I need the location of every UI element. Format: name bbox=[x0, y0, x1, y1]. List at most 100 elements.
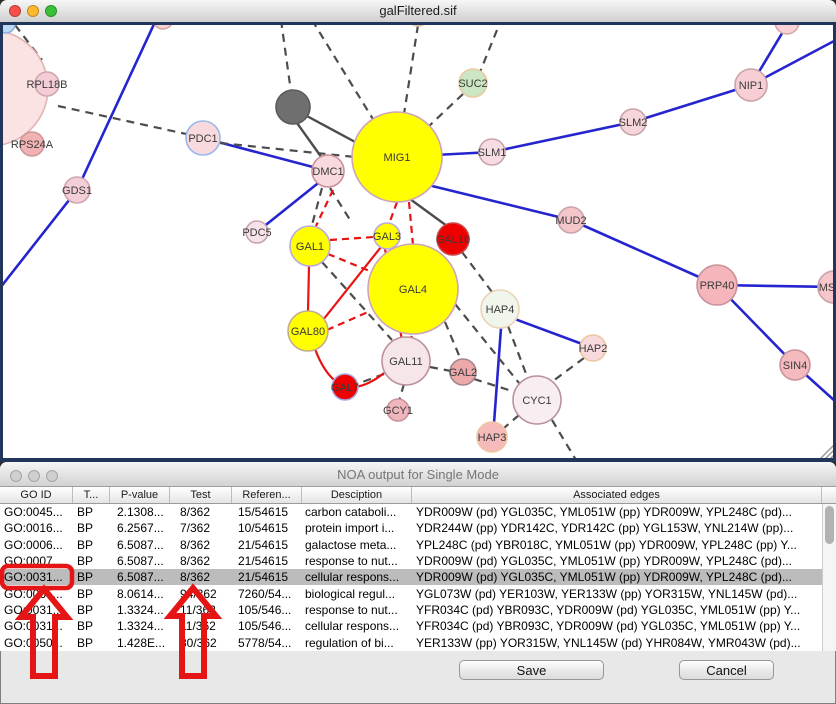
network-node-label: SUC2 bbox=[458, 78, 487, 90]
column-header-associated-edges[interactable]: Associated edges bbox=[412, 487, 822, 503]
cell-reference: 21/54615 bbox=[232, 570, 302, 584]
network-edge bbox=[305, 115, 357, 143]
network-edge bbox=[410, 199, 447, 226]
cell-reference: 15/54615 bbox=[232, 505, 302, 519]
cell-type: BP bbox=[73, 505, 110, 519]
network-edge bbox=[328, 254, 372, 272]
network-node[interactable] bbox=[775, 22, 799, 34]
cell-edges: YFR034C (pd) YBR093C, YDR009W (pd) YGL03… bbox=[412, 603, 822, 617]
network-edge bbox=[0, 190, 77, 288]
network-node-label: MUD2 bbox=[555, 215, 586, 227]
cell-test: 8/362 bbox=[170, 538, 232, 552]
column-header-t[interactable]: T... bbox=[73, 487, 110, 503]
column-header-go-id[interactable]: GO ID bbox=[0, 487, 73, 503]
scrollbar-thumb[interactable] bbox=[825, 506, 834, 544]
network-edge bbox=[428, 185, 571, 220]
network-edge bbox=[330, 237, 374, 240]
network-node-label: SIN4 bbox=[783, 360, 807, 372]
network-node[interactable] bbox=[0, 22, 15, 33]
network-node-label: GAL7 bbox=[331, 382, 359, 394]
network-node-label: HAP4 bbox=[486, 304, 515, 316]
network-node-label: MSN1 bbox=[819, 282, 836, 294]
network-node-label: GAL2 bbox=[449, 367, 477, 379]
cell-type: BP bbox=[73, 587, 110, 601]
table-row[interactable]: GO:0050...BP1.428E...80/3625778/54...reg… bbox=[0, 634, 836, 650]
table-row[interactable]: GO:0031...BP1.3324...11/362105/546...res… bbox=[0, 602, 836, 618]
network-node-label: PDC5 bbox=[242, 227, 271, 239]
cell-p-value: 6.5087... bbox=[110, 570, 170, 584]
cell-reference: 5778/54... bbox=[232, 636, 302, 650]
cell-p-value: 1.3324... bbox=[110, 603, 170, 617]
cell-reference: 21/54615 bbox=[232, 554, 302, 568]
cell-reference: 105/546... bbox=[232, 619, 302, 633]
network-node-label: GAL11 bbox=[389, 356, 422, 368]
network-edge bbox=[462, 252, 492, 292]
column-header-desciption[interactable]: Desciption bbox=[302, 487, 412, 503]
table-row[interactable]: GO:0016...BP6.2567...7/36210/54615protei… bbox=[0, 520, 836, 536]
network-window-title: galFiltered.sif bbox=[0, 3, 836, 18]
cell-go-id: GO:0065... bbox=[0, 587, 73, 601]
cell-description: regulation of bi... bbox=[302, 636, 412, 650]
cell-description: galactose meta... bbox=[302, 538, 412, 552]
column-header-referen[interactable]: Referen... bbox=[232, 487, 302, 503]
column-header-test[interactable]: Test bbox=[170, 487, 232, 503]
network-edge bbox=[430, 367, 451, 371]
network-edge bbox=[281, 22, 291, 92]
network-node-label: DMC1 bbox=[312, 166, 343, 178]
table-row[interactable]: GO:0065...BP8.0614...94/3627260/54...bio… bbox=[0, 585, 836, 601]
cell-type: BP bbox=[73, 570, 110, 584]
cell-test: 80/362 bbox=[170, 636, 232, 650]
cell-edges: YDR009W (pd) YGL035C, YML051W (pp) YDR00… bbox=[412, 570, 822, 584]
cell-description: response to nut... bbox=[302, 554, 412, 568]
column-header-p-value[interactable]: P-value bbox=[110, 487, 170, 503]
network-edge bbox=[480, 30, 497, 72]
network-edge bbox=[474, 379, 515, 392]
cell-test: 8/362 bbox=[170, 505, 232, 519]
resize-grip-icon[interactable] bbox=[830, 455, 834, 459]
network-window-titlebar[interactable]: galFiltered.sif bbox=[0, 0, 836, 23]
cell-go-id: GO:0006... bbox=[0, 538, 73, 552]
cell-test: 11/362 bbox=[170, 619, 232, 633]
network-node-label: HAP2 bbox=[579, 343, 608, 355]
table-row[interactable]: GO:0007...BP6.5087...8/36221/54615respon… bbox=[0, 553, 836, 569]
cell-type: BP bbox=[73, 538, 110, 552]
network-node[interactable] bbox=[153, 22, 173, 29]
table-row[interactable]: GO:0045...BP2.1308...8/36215/54615carbon… bbox=[0, 504, 836, 520]
network-edge bbox=[445, 322, 461, 360]
cell-edges: YPL248C (pd) YBR018C, YML051W (pp) YDR00… bbox=[412, 538, 822, 552]
network-edge bbox=[308, 266, 309, 311]
cell-p-value: 8.0614... bbox=[110, 587, 170, 601]
resize-grip-icon[interactable] bbox=[825, 450, 834, 459]
network-edge bbox=[316, 190, 333, 226]
save-button[interactable]: Save bbox=[459, 660, 604, 680]
network-node[interactable] bbox=[276, 90, 310, 124]
cell-p-value: 6.5087... bbox=[110, 554, 170, 568]
network-node-label: PRP40 bbox=[700, 280, 735, 292]
network-edge bbox=[404, 25, 418, 114]
cell-type: BP bbox=[73, 619, 110, 633]
network-node[interactable] bbox=[407, 22, 429, 26]
network-canvas[interactable]: RPL18BRPS24AGDS1PDC1DMC1MIG1SUC2SLM1SLM2… bbox=[0, 22, 836, 462]
noa-window-titlebar[interactable]: NOA output for Single Mode bbox=[0, 462, 836, 487]
network-edge bbox=[58, 106, 200, 137]
noa-window-title: NOA output for Single Mode bbox=[0, 467, 836, 482]
cancel-button[interactable]: Cancel bbox=[679, 660, 774, 680]
cell-type: BP bbox=[73, 554, 110, 568]
table-row[interactable]: GO:0031...BP1.3324...11/362105/546...cel… bbox=[0, 618, 836, 634]
table-row[interactable]: GO:0006...BP6.5087...8/36221/54615galact… bbox=[0, 537, 836, 553]
network-node-label: GDS1 bbox=[62, 185, 92, 197]
cell-description: response to nut... bbox=[302, 603, 412, 617]
cell-edges: YFR034C (pd) YBR093C, YDR009W (pd) YGL03… bbox=[412, 619, 822, 633]
network-node-label: SLM1 bbox=[478, 147, 507, 159]
table-row[interactable]: GO:0031...BP6.5087...8/36221/54615cellul… bbox=[0, 569, 836, 585]
network-node-label: GAL4 bbox=[399, 284, 427, 296]
cell-p-value: 6.5087... bbox=[110, 538, 170, 552]
table-scrollbar[interactable] bbox=[822, 504, 836, 651]
network-edge bbox=[327, 312, 368, 330]
table-header-row: GO IDT...P-valueTestReferen...Desciption… bbox=[0, 487, 836, 504]
cell-description: cellular respons... bbox=[302, 619, 412, 633]
cell-edges: YDR244W (pp) YDR142C, YDR142C (pp) YGL15… bbox=[412, 521, 822, 535]
network-edge bbox=[553, 358, 584, 381]
cell-go-id: GO:0031... bbox=[0, 570, 73, 584]
network-edge bbox=[492, 122, 633, 152]
